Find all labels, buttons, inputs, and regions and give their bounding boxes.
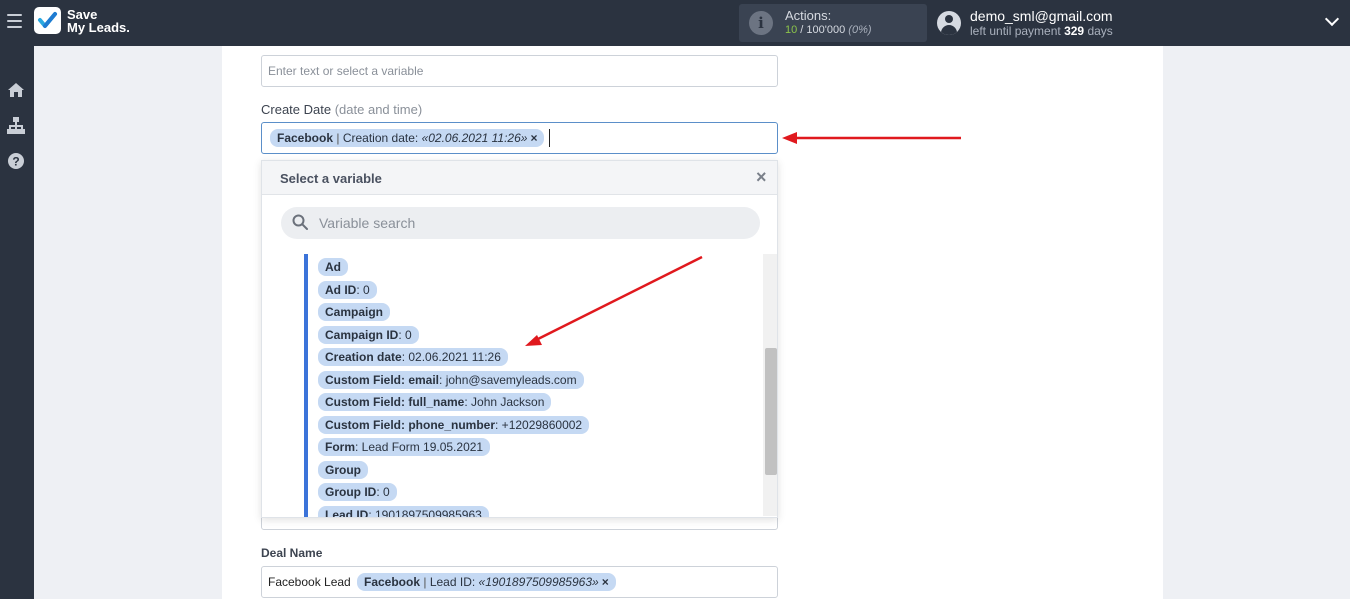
- svg-text:?: ?: [12, 155, 19, 169]
- list-item[interactable]: Creation date: 02.06.2021 11:26: [318, 348, 508, 366]
- payment-status: left until payment 329 days: [970, 24, 1113, 38]
- chevron-down-icon[interactable]: [1324, 11, 1340, 27]
- deal-name-prefix-text: Facebook Lead: [268, 575, 351, 589]
- search-icon: [292, 214, 308, 230]
- user-email[interactable]: demo_sml@gmail.com: [970, 8, 1113, 24]
- variable-dropdown: Select a variable × Variable search Ad A…: [261, 160, 778, 518]
- deal-name-label: Deal Name: [261, 546, 323, 560]
- deal-name-variable-tag[interactable]: Facebook | Lead ID: «1901897509985963» ×: [357, 573, 616, 591]
- info-icon: i: [749, 11, 773, 35]
- list-item[interactable]: Custom Field: phone_number: +12029860002: [318, 416, 590, 434]
- list-item[interactable]: Group: [318, 461, 368, 479]
- deal-name-field[interactable]: Facebook Lead Facebook | Lead ID: «19018…: [261, 566, 778, 598]
- list-item[interactable]: Lead ID: 1901897509985963: [318, 506, 489, 517]
- hamburger-menu-icon[interactable]: [7, 14, 22, 28]
- variable-search-input[interactable]: Variable search: [281, 207, 760, 239]
- remove-tag-icon[interactable]: ×: [530, 131, 537, 145]
- user-avatar-icon[interactable]: [937, 11, 961, 35]
- search-placeholder: Variable search: [319, 215, 416, 231]
- list-item[interactable]: Group ID: 0: [318, 483, 397, 501]
- close-icon[interactable]: ×: [756, 168, 767, 186]
- sidebar: ?: [0, 46, 34, 599]
- logo-text[interactable]: Save My Leads.: [67, 8, 130, 34]
- help-icon[interactable]: ?: [6, 151, 26, 171]
- top-bar: Save My Leads. i Actions: 10 / 100'000 (…: [0, 0, 1350, 46]
- sitemap-icon[interactable]: [6, 116, 26, 136]
- list-item[interactable]: Custom Field: full_name: John Jackson: [318, 393, 552, 411]
- logo-checkmark-icon[interactable]: [34, 7, 61, 34]
- create-date-variable-tag[interactable]: Facebook | Creation date: «02.06.2021 11…: [270, 129, 545, 147]
- text-variable-field-placeholder: Enter text or select a variable: [268, 64, 424, 78]
- actions-counter: i Actions: 10 / 100'000 (0%): [739, 4, 927, 42]
- dropdown-scrollbar[interactable]: [763, 254, 777, 516]
- list-item[interactable]: Ad: [318, 258, 348, 276]
- create-date-label: Create Date (date and time): [261, 102, 423, 117]
- actions-label: Actions:: [785, 8, 832, 23]
- dropdown-title: Select a variable: [280, 171, 382, 186]
- dropdown-header: Select a variable ×: [262, 161, 777, 195]
- text-cursor: [549, 129, 550, 147]
- list-item[interactable]: Campaign: [318, 303, 391, 321]
- list-item[interactable]: Campaign ID: 0: [318, 326, 419, 344]
- actions-value: 10 / 100'000 (0%): [785, 24, 872, 36]
- variable-list: Ad Ad ID: 0 Campaign Campaign ID: 0 Crea…: [304, 254, 759, 517]
- create-date-field[interactable]: Facebook | Creation date: «02.06.2021 11…: [261, 122, 778, 154]
- remove-tag-icon[interactable]: ×: [602, 575, 609, 589]
- list-item[interactable]: Custom Field: email: john@savemyleads.co…: [318, 371, 584, 389]
- scrollbar-thumb[interactable]: [765, 348, 777, 475]
- list-item[interactable]: Ad ID: 0: [318, 281, 377, 299]
- list-item[interactable]: Form: Lead Form 19.05.2021: [318, 438, 491, 456]
- home-icon[interactable]: [6, 80, 26, 100]
